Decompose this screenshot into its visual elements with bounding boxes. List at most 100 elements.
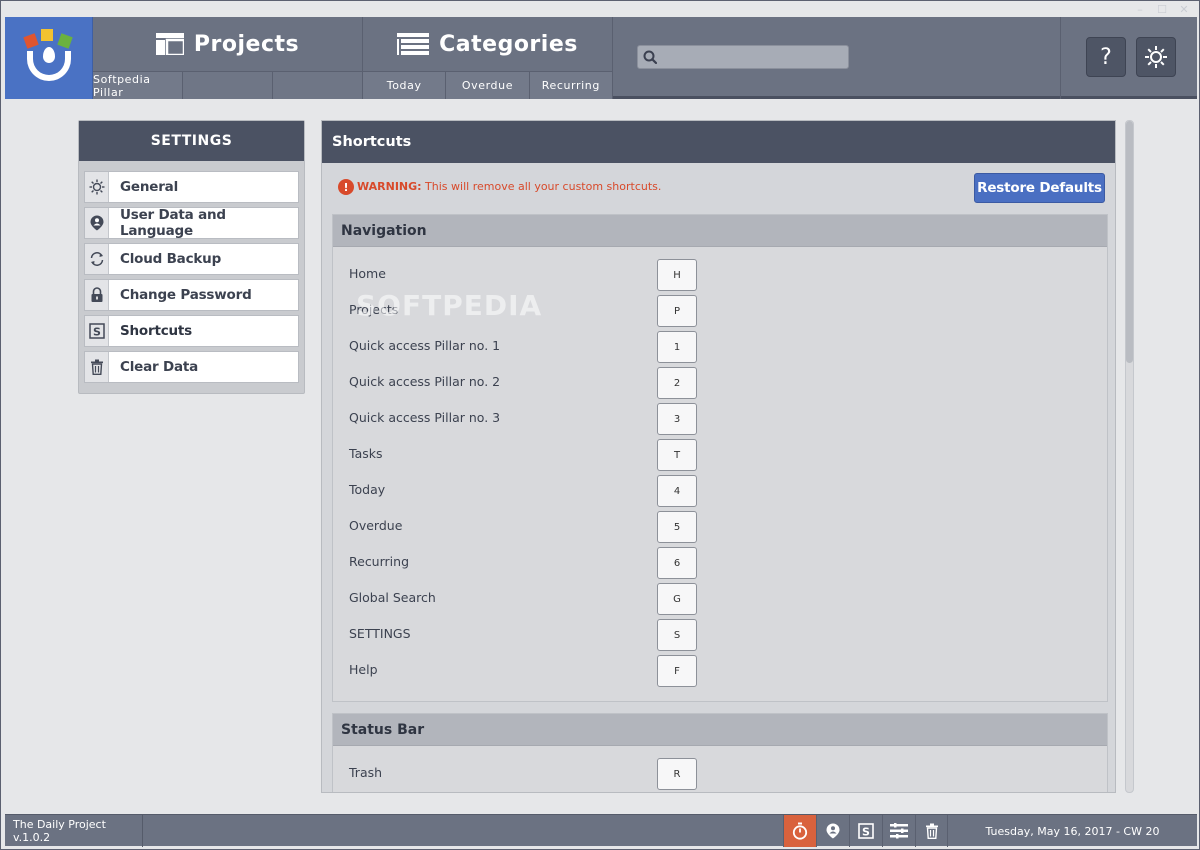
categories-icon	[397, 33, 430, 55]
warning-row: ! WARNING: This will remove all your cus…	[336, 173, 1108, 209]
window-controls: – ☐ ✕	[1133, 3, 1191, 16]
svg-text:S: S	[862, 825, 870, 838]
settings-item-user-data[interactable]: User Data and Language	[84, 207, 299, 239]
maximize-button[interactable]: ☐	[1155, 3, 1169, 16]
warning-message: WARNING: This will remove all your custo…	[357, 179, 661, 195]
search-area	[613, 17, 1061, 99]
shortcut-key-field[interactable]: 1	[657, 331, 697, 363]
shortcut-label: Quick access Pillar no. 3	[349, 410, 501, 425]
settings-title: SETTINGS	[79, 121, 304, 161]
status-bar-shortcuts: Trash R	[333, 746, 1107, 792]
projects-title: Projects	[193, 31, 300, 57]
stopwatch-icon	[792, 822, 808, 840]
pillar-tab-1[interactable]: Softpedia Pillar	[93, 72, 183, 99]
settings-item-change-password[interactable]: Change Password	[84, 279, 299, 311]
search-icon	[643, 50, 657, 64]
navigation-section: Navigation Home H Projects P Quick access Pi…	[332, 214, 1108, 702]
shortcut-label: Quick access Pillar no. 1	[349, 338, 501, 353]
projects-button[interactable]: Projects	[93, 17, 362, 71]
tab-recurring[interactable]: Recurring	[529, 72, 612, 99]
shortcut-key-field[interactable]: S	[657, 619, 697, 651]
shortcut-row: Tasks T	[333, 437, 1107, 473]
scrollbar-thumb[interactable]	[1126, 121, 1133, 363]
shortcut-key-field[interactable]: G	[657, 583, 697, 615]
settings-item-general[interactable]: General	[84, 171, 299, 203]
minimize-button[interactable]: –	[1133, 3, 1147, 16]
shortcut-key-field[interactable]: T	[657, 439, 697, 471]
settings-item-label: Change Password	[120, 287, 252, 303]
shortcut-key-field[interactable]: 4	[657, 475, 697, 507]
settings-item-label: User Data and Language	[120, 207, 226, 239]
shortcut-key-field[interactable]: 5	[657, 511, 697, 543]
shortcut-row: Overdue 5	[333, 509, 1107, 545]
shortcut-row: Recurring 6	[333, 545, 1107, 581]
sync-icon	[90, 252, 103, 266]
shortcut-label: Global Search	[349, 590, 436, 605]
categories-tabs: Today Overdue Recurring	[363, 71, 612, 99]
shortcut-row: SETTINGS S	[333, 617, 1107, 653]
status-bar-section: Status Bar Trash R	[332, 713, 1108, 792]
settings-item-label: Shortcuts	[120, 323, 193, 339]
settings-list: General User Data and Language Cloud Bac…	[79, 161, 304, 383]
shortcut-row: Global Search G	[333, 581, 1107, 617]
settings-button[interactable]	[1136, 37, 1176, 77]
user-data-button[interactable]	[816, 815, 849, 847]
shortcut-row: Quick access Pillar no. 3 3	[333, 401, 1107, 437]
app-logo[interactable]	[5, 17, 93, 99]
tab-today[interactable]: Today	[363, 72, 447, 99]
pillar-tab-2[interactable]	[183, 72, 273, 99]
timer-button[interactable]	[783, 815, 816, 847]
current-date: Tuesday, May 16, 2017 - CW 20	[947, 815, 1197, 847]
status-bar: The Daily Project v.1.0.2 S Tuesday, May…	[5, 814, 1197, 847]
search-box[interactable]	[637, 45, 849, 69]
shortcut-label: Today	[349, 482, 386, 497]
categories-nav: Categories Today Overdue Recurring	[363, 17, 613, 99]
shortcut-key-field[interactable]: P	[657, 295, 697, 327]
shortcut-label: Help	[349, 662, 378, 677]
shortcut-s-icon: S	[88, 323, 105, 339]
settings-item-clear-data[interactable]: Clear Data	[84, 351, 299, 383]
categories-settings-button[interactable]	[882, 815, 915, 847]
categories-title: Categories	[439, 31, 578, 57]
shortcut-row: Help F	[333, 653, 1107, 689]
settings-item-label: General	[120, 179, 178, 195]
pillar-tab-3[interactable]	[273, 72, 362, 99]
settings-item-cloud-backup[interactable]: Cloud Backup	[84, 243, 299, 275]
shortcuts-button[interactable]: S	[849, 815, 882, 847]
tab-overdue[interactable]: Overdue	[446, 72, 530, 99]
logo-square-yellow	[41, 29, 53, 41]
shortcut-key-field[interactable]: H	[657, 259, 697, 291]
projects-pillars: Softpedia Pillar	[93, 71, 362, 99]
shortcut-row: Quick access Pillar no. 2 2	[333, 365, 1107, 401]
shortcut-key-field[interactable]: 6	[657, 547, 697, 579]
shortcut-key-field[interactable]: R	[657, 758, 697, 790]
sun-icon	[89, 179, 104, 195]
help-button[interactable]: ?	[1086, 37, 1126, 77]
svg-text:S: S	[93, 325, 101, 338]
app-version: The Daily Project v.1.0.2	[5, 815, 143, 847]
shortcut-row: Today 4	[333, 473, 1107, 509]
categories-button[interactable]: Categories	[363, 17, 612, 71]
restore-defaults-button[interactable]: Restore Defaults	[974, 173, 1105, 203]
trash-button[interactable]	[915, 815, 948, 847]
settings-item-label: Cloud Backup	[120, 251, 222, 267]
shortcut-label: Projects	[349, 302, 399, 317]
settings-item-label: Clear Data	[120, 359, 199, 375]
search-input[interactable]	[662, 48, 842, 66]
shortcut-label: SETTINGS	[349, 626, 411, 641]
shortcut-key-field[interactable]: 3	[657, 403, 697, 435]
settings-item-shortcuts[interactable]: S Shortcuts	[84, 315, 299, 347]
trash-icon	[90, 359, 103, 375]
section-title: Status Bar	[333, 714, 1107, 746]
settings-sidebar: SETTINGS General User Data and Language …	[78, 120, 305, 394]
shortcut-key-field[interactable]: 2	[657, 367, 697, 399]
logo-square-red	[23, 33, 39, 49]
shortcut-row: Projects P	[333, 293, 1107, 329]
close-button[interactable]: ✕	[1177, 3, 1191, 16]
scrollbar[interactable]	[1125, 120, 1134, 793]
warning-icon: !	[338, 179, 354, 195]
shortcuts-panel: Shortcuts ! WARNING: This will remove al…	[321, 120, 1116, 793]
shortcut-key-field[interactable]: F	[657, 655, 697, 687]
user-pin-icon	[90, 215, 103, 231]
gear-icon	[1145, 46, 1167, 68]
